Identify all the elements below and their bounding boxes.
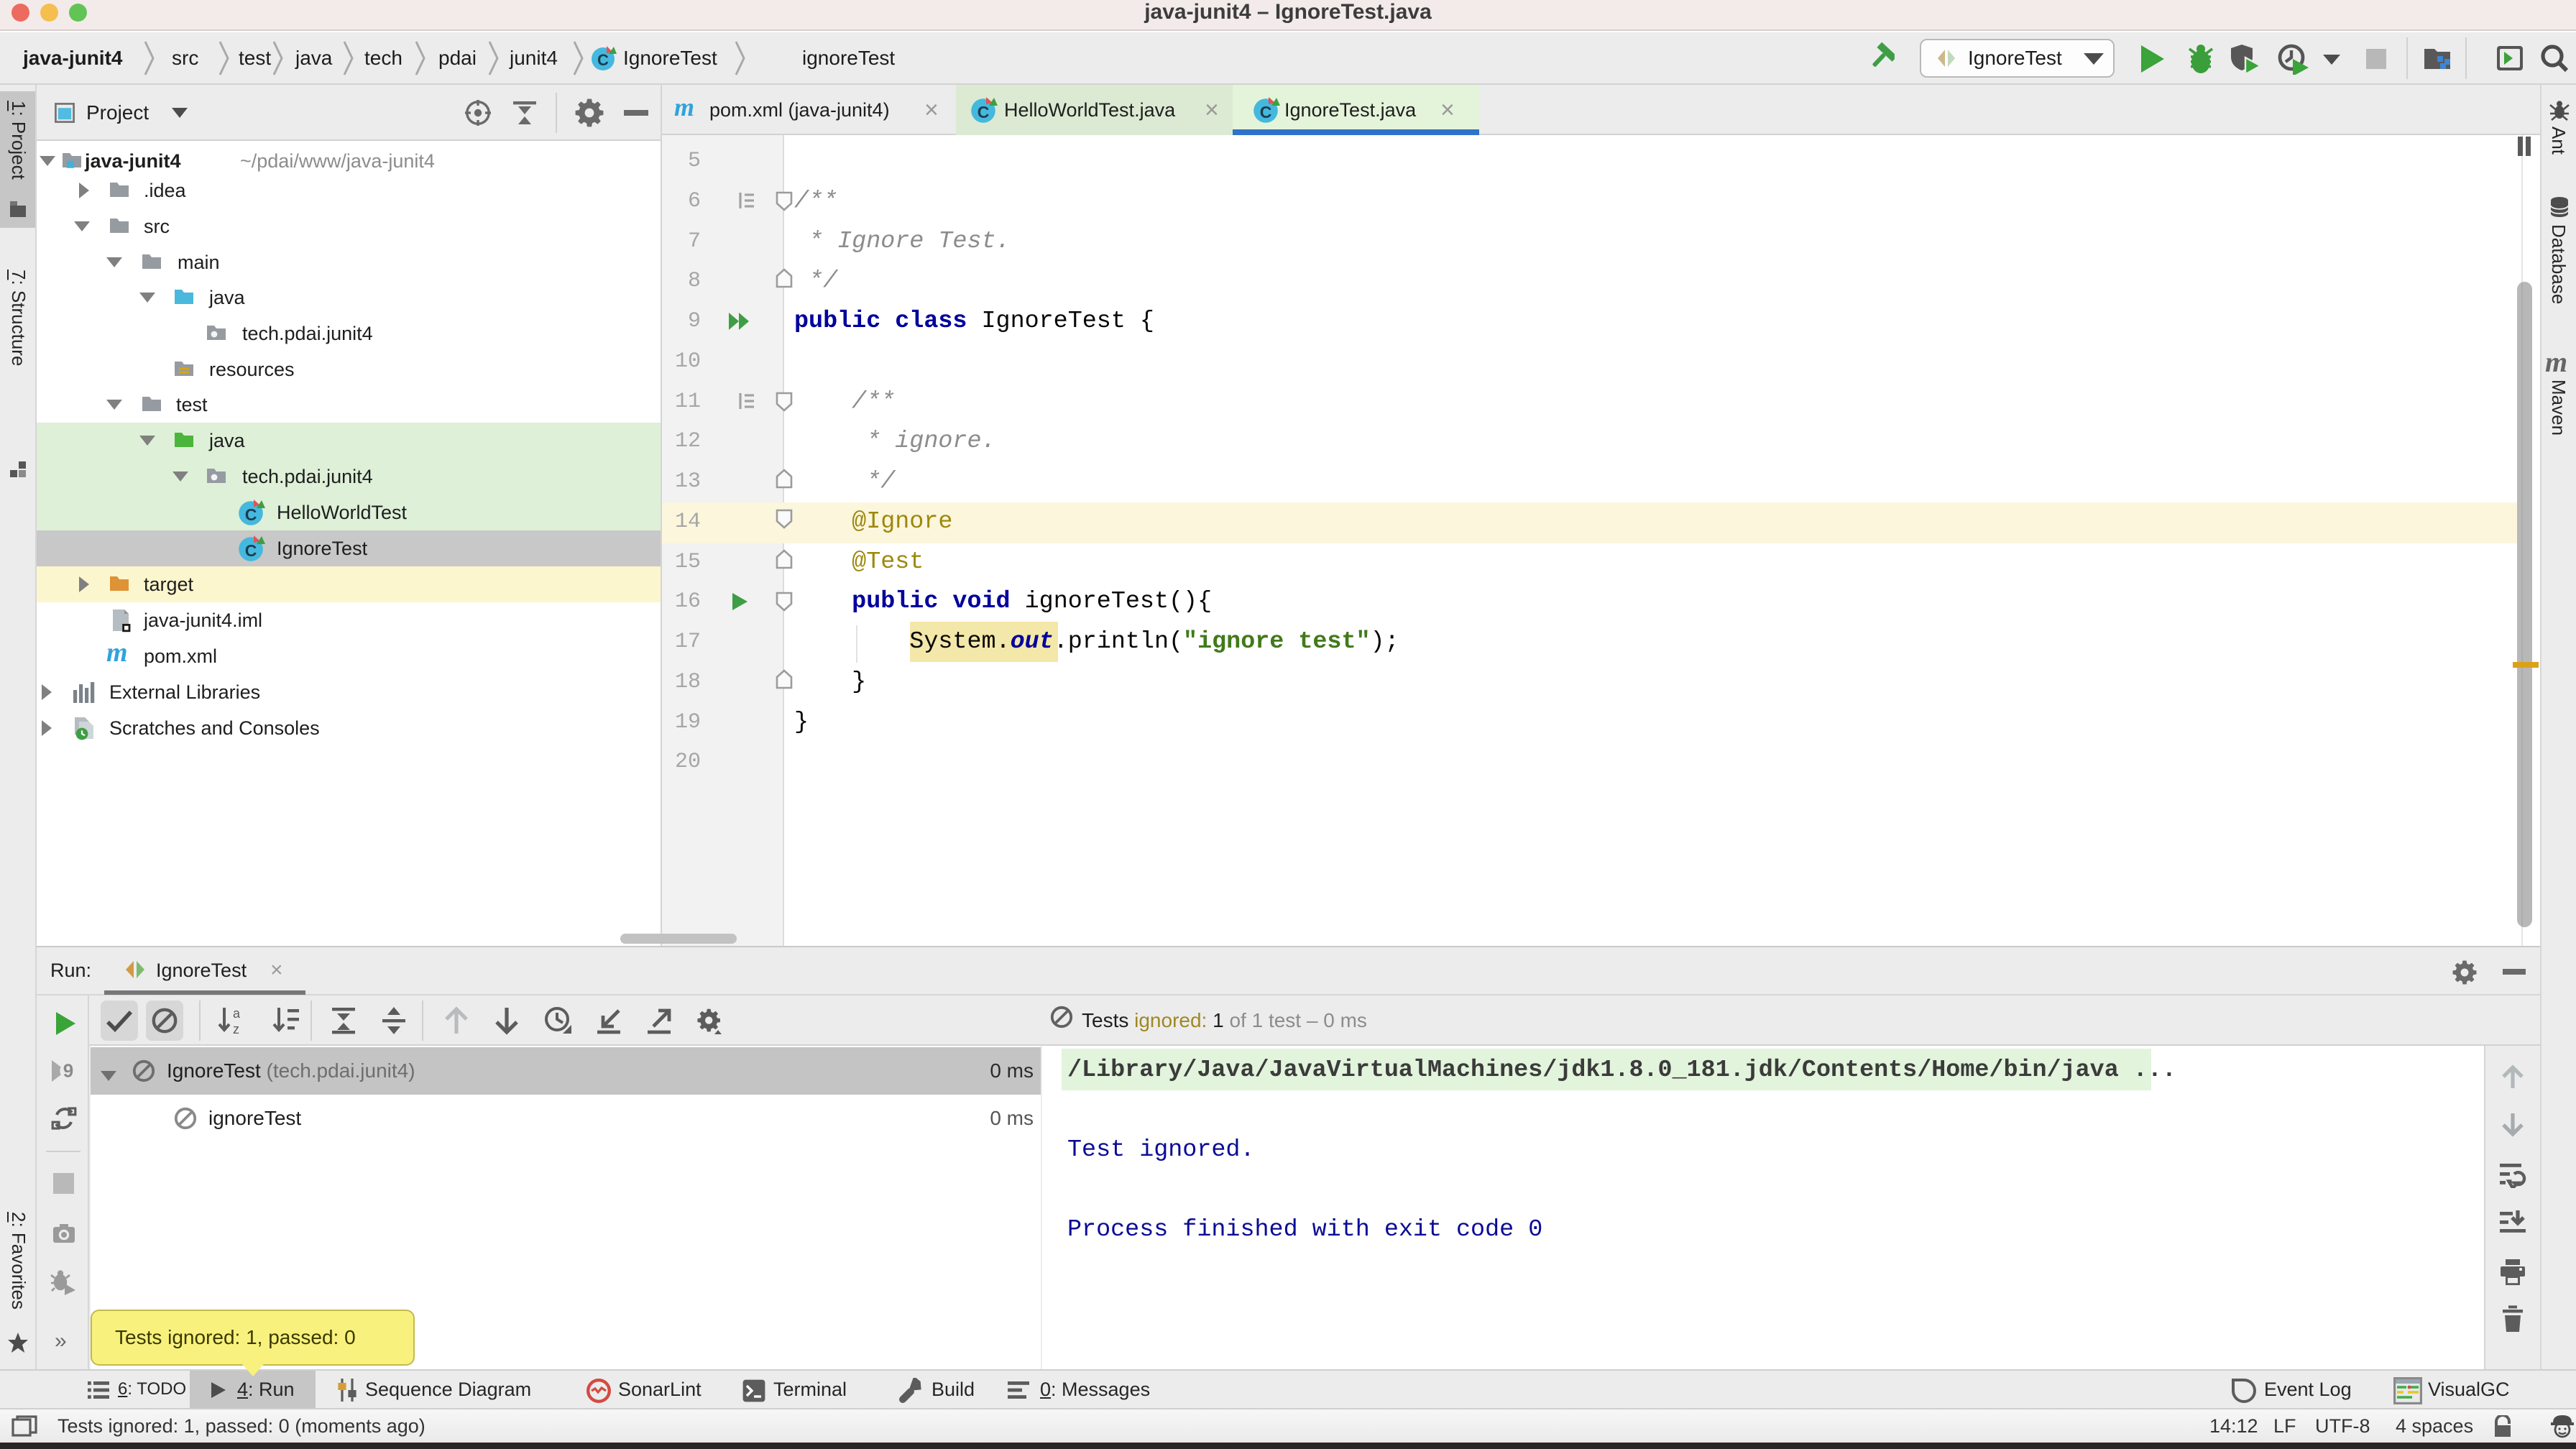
svg-text:C: C: [245, 541, 257, 560]
svg-text:9: 9: [63, 1060, 73, 1082]
svg-text:C: C: [597, 51, 609, 69]
svg-text:a: a: [233, 1006, 241, 1021]
svg-text:C: C: [245, 505, 257, 524]
svg-text:z: z: [233, 1022, 239, 1035]
svg-text:C: C: [1260, 103, 1272, 121]
svg-text:C: C: [978, 103, 990, 121]
